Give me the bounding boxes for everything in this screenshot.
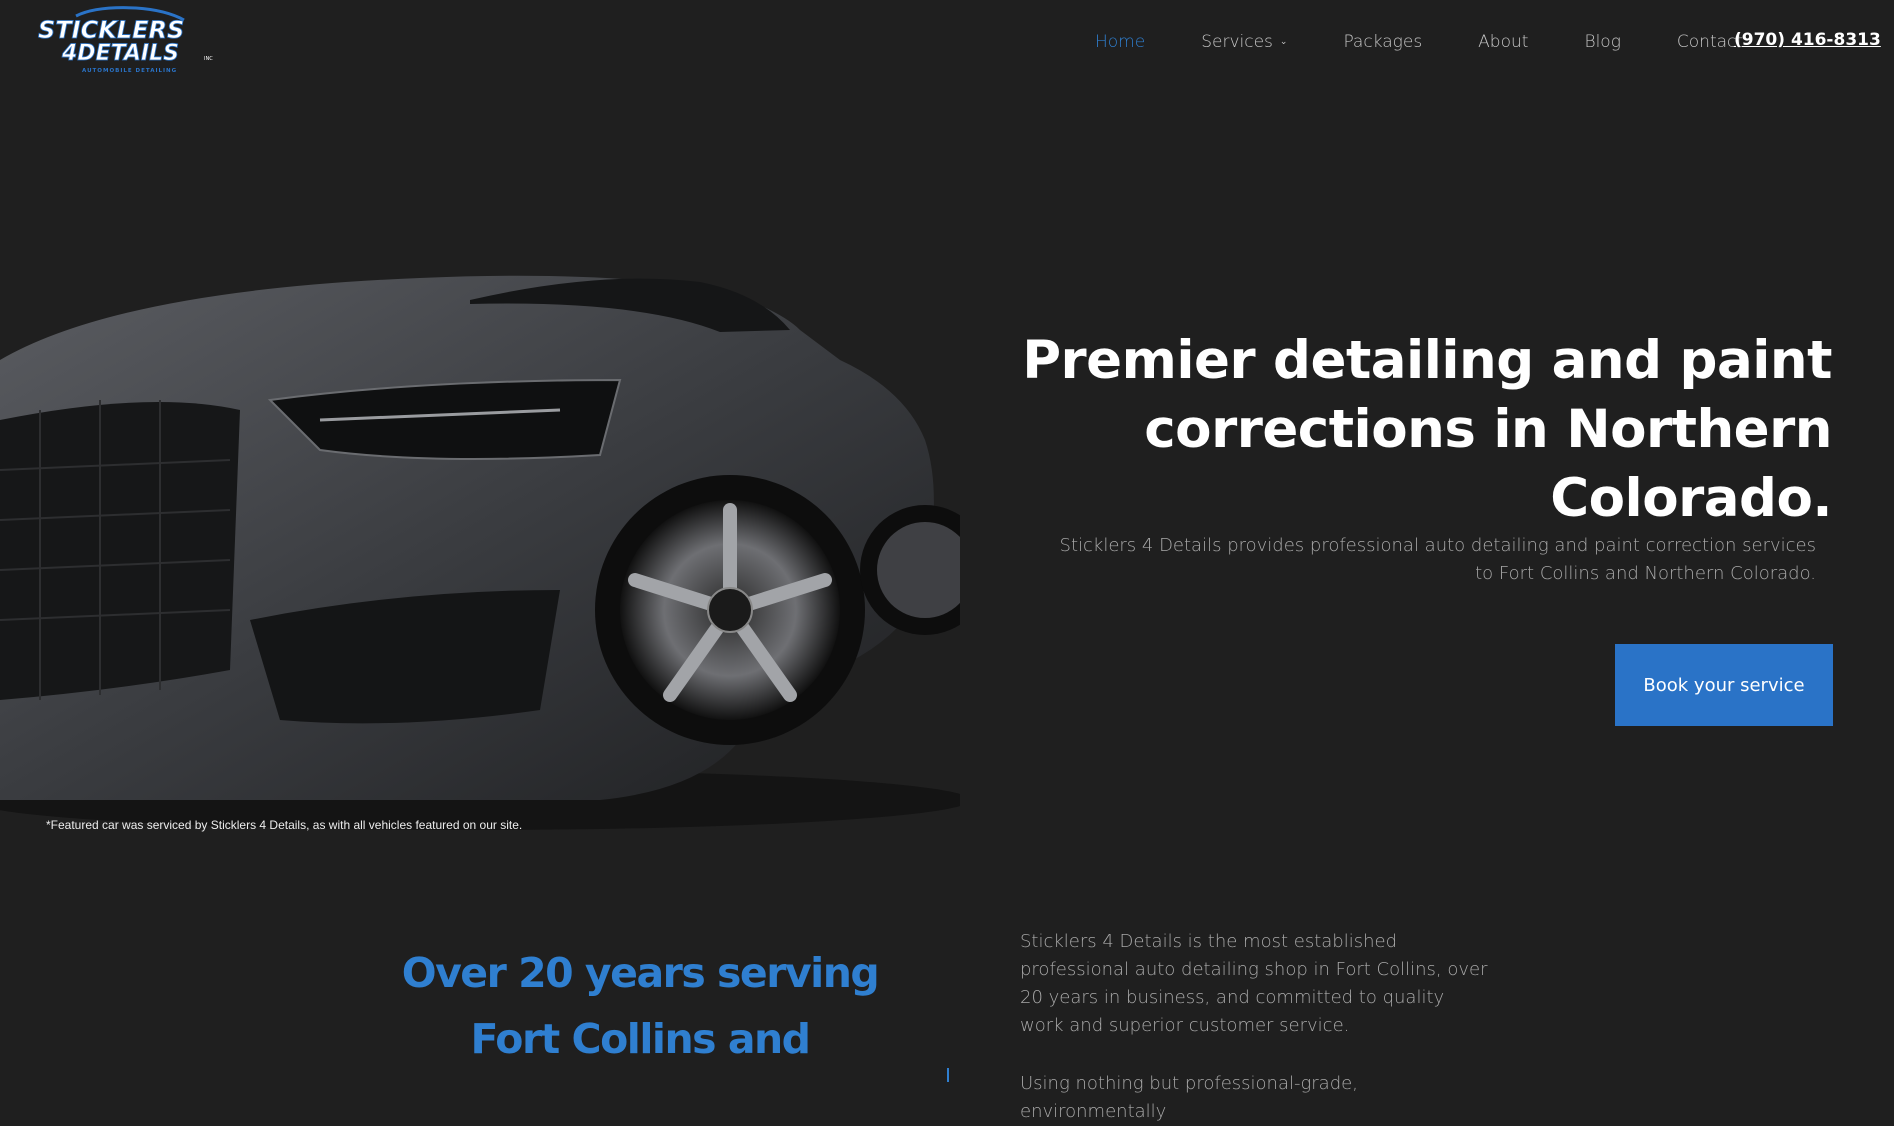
nav-home[interactable]: Home (1095, 32, 1145, 52)
car-image (0, 275, 960, 830)
accent-divider (947, 1068, 949, 1082)
hero-subtitle: Sticklers 4 Details provides professiona… (1059, 535, 1816, 584)
nav-services[interactable]: Services ⌄ (1201, 32, 1287, 52)
logo-mark: INC (204, 56, 213, 62)
main-nav: Home Services ⌄ Packages About Blog Cont… (1095, 30, 1799, 54)
phone-link[interactable]: (970) 416-8313 (1734, 30, 1881, 50)
about-paragraph-1: Sticklers 4 Details is the most establis… (1020, 931, 1488, 1036)
logo-tagline: AUTOMOBILE DETAILING (82, 68, 177, 74)
nav-packages[interactable]: Packages (1343, 32, 1422, 52)
logo-line2: 4DETAILS (61, 41, 179, 66)
nav-blog[interactable]: Blog (1584, 32, 1620, 52)
site-logo[interactable]: STICKLERS 4DETAILS INC AUTOMOBILE DETAIL… (36, 6, 216, 78)
about-title: Over 20 years serving Fort Collins and (401, 949, 880, 1063)
site-header: STICKLERS 4DETAILS INC AUTOMOBILE DETAIL… (0, 0, 1894, 84)
nav-services-label: Services (1201, 32, 1273, 52)
hero-title: Premier detailing and paint corrections … (1022, 330, 1832, 529)
about-paragraph-2: Using nothing but professional-grade, en… (1020, 1073, 1358, 1122)
nav-about[interactable]: About (1478, 32, 1528, 52)
chevron-down-icon: ⌄ (1279, 37, 1288, 47)
book-service-button[interactable]: Book your service (1615, 644, 1833, 726)
featured-car-note: *Featured car was serviced by Sticklers … (46, 818, 523, 832)
logo-line1: STICKLERS (38, 16, 184, 44)
